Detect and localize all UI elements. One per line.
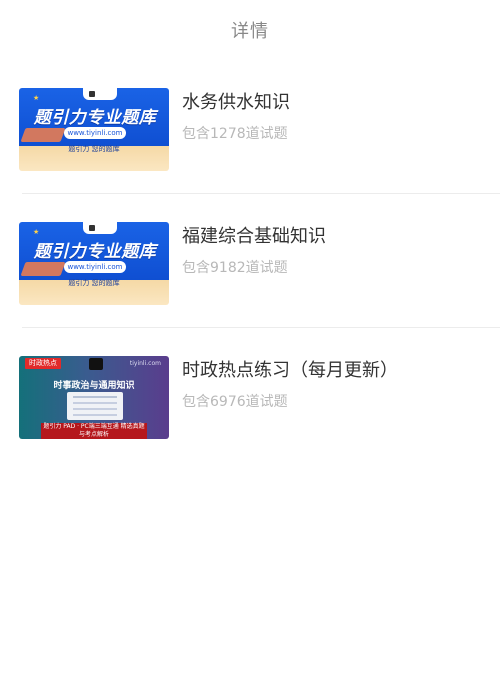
course-thumbnail[interactable]: ★ 题引力专业题库 www.tiyinli.com 题引力 您的题库 <box>19 88 169 171</box>
thumbnail-banner-text: 题引力专业题库 <box>33 242 157 262</box>
star-icon: ★ <box>33 94 40 102</box>
item-question-count: 包含1278道试题 <box>182 126 288 142</box>
item-question-count: 包含6976道试题 <box>182 394 288 410</box>
item-title[interactable]: 福建综合基础知识 <box>182 222 326 248</box>
course-thumbnail[interactable]: ★ 题引力专业题库 www.tiyinli.com 题引力 您的题库 <box>19 222 169 305</box>
thumbnail-url: www.tiyinli.com <box>64 127 126 139</box>
course-thumbnail[interactable]: 时政热点 tiyinli.com 时事政治与通用知识 题引力 PAD · PC端… <box>19 356 169 439</box>
decoration-shape <box>20 262 66 276</box>
star-icon: ★ <box>33 228 40 236</box>
thumbnail-bottom-text: 题引力 PAD · PC端三端互通 精选真题与考点解析 <box>41 423 147 439</box>
logo-icon <box>89 358 103 370</box>
header-bar: 详情 <box>0 0 500 60</box>
thumbnail-site: tiyinli.com <box>129 360 161 367</box>
thumbnail-tag: 时政热点 <box>25 358 61 369</box>
device-screens-image <box>67 392 123 420</box>
thumbnail-banner-text: 题引力专业题库 <box>33 108 157 128</box>
logo-icon <box>83 222 117 234</box>
page-title: 详情 <box>231 21 269 42</box>
item-title[interactable]: 水务供水知识 <box>182 88 290 114</box>
thumbnail-url: www.tiyinli.com <box>64 261 126 273</box>
decoration-shape <box>20 128 66 142</box>
thumbnail-heading: 时事政治与通用知识 <box>53 381 135 391</box>
item-question-count: 包含9182道试题 <box>182 260 288 276</box>
list-item[interactable]: ★ 题引力专业题库 www.tiyinli.com 题引力 您的题库 水务供水知… <box>0 60 500 194</box>
list-item[interactable]: 时政热点 tiyinli.com 时事政治与通用知识 题引力 PAD · PC端… <box>0 328 500 462</box>
logo-icon <box>83 88 117 100</box>
thumbnail-slogan: 题引力 您的题库 <box>68 279 120 287</box>
list-item[interactable]: ★ 题引力专业题库 www.tiyinli.com 题引力 您的题库 福建综合基… <box>0 194 500 328</box>
thumbnail-slogan: 题引力 您的题库 <box>68 145 120 153</box>
question-bank-list: ★ 题引力专业题库 www.tiyinli.com 题引力 您的题库 水务供水知… <box>0 60 500 462</box>
item-title[interactable]: 时政热点练习（每月更新） <box>182 356 398 382</box>
